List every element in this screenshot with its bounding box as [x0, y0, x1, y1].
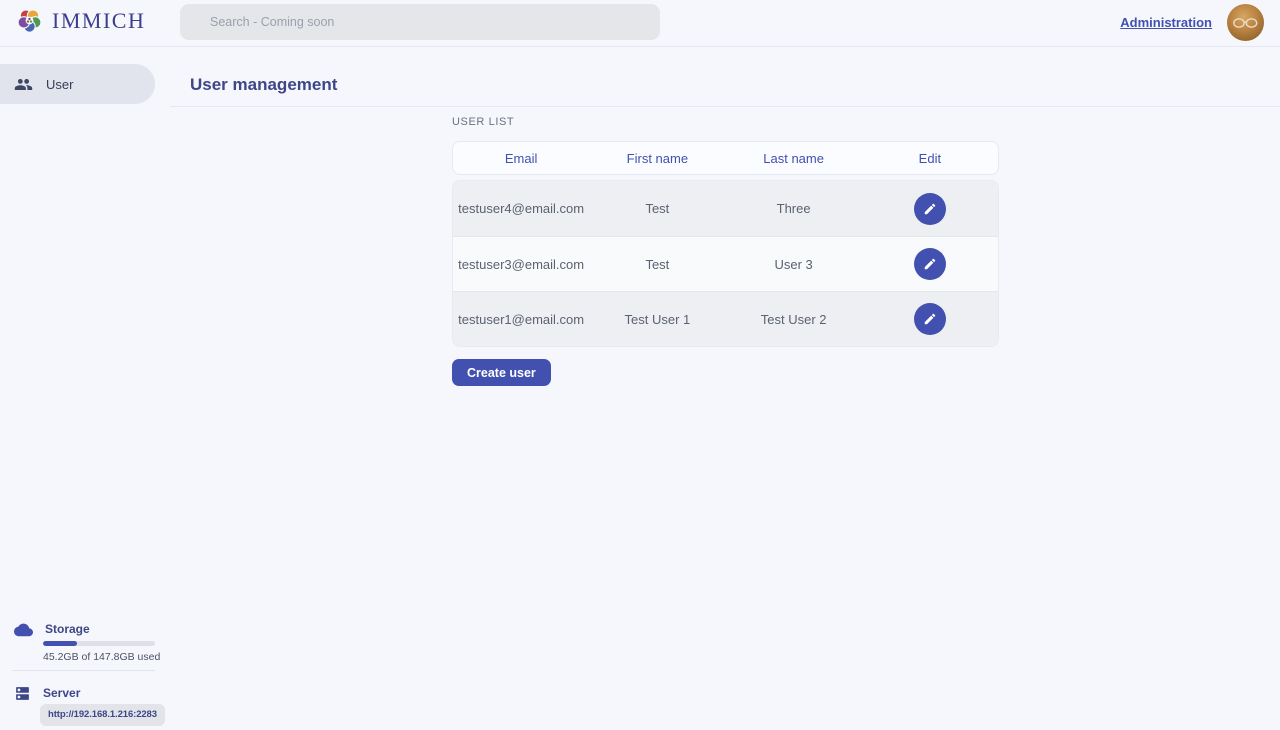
edit-user-button[interactable]: [914, 193, 946, 225]
sidebar: User Storage 45.2GB of 147.8GB used S: [0, 47, 170, 730]
table-row: testuser3@email.com Test User 3: [453, 236, 998, 291]
users-icon: [14, 75, 33, 94]
column-header-last-name: Last name: [726, 151, 862, 166]
app-header: IMMICH Administration: [0, 0, 1280, 47]
cell-first-name: Test: [589, 257, 725, 272]
cloud-icon: [14, 622, 33, 637]
server-rack-icon: [14, 685, 31, 702]
table-header-row: Email First name Last name Edit: [452, 141, 999, 175]
storage-section: Storage 45.2GB of 147.8GB used: [0, 621, 170, 663]
storage-usage-text: 45.2GB of 147.8GB used: [43, 651, 170, 663]
cell-first-name: Test: [589, 201, 725, 216]
pencil-icon: [923, 202, 937, 216]
cell-first-name: Test User 1: [589, 312, 725, 327]
brand-name: IMMICH: [52, 8, 145, 34]
sidebar-divider: [12, 670, 155, 671]
storage-progress-bar: [43, 641, 155, 646]
immich-logo-icon: [16, 7, 43, 34]
user-table: testuser4@email.com Test Three testuser3…: [452, 180, 999, 347]
column-header-email: Email: [453, 151, 589, 166]
administration-link[interactable]: Administration: [1120, 15, 1212, 30]
column-header-edit: Edit: [862, 151, 998, 166]
sidebar-item-user[interactable]: User: [0, 64, 155, 104]
brand: IMMICH: [16, 7, 145, 34]
cell-email: testuser4@email.com: [453, 201, 589, 216]
page-title: User management: [190, 75, 337, 95]
user-list-section: USER LIST Email First name Last name Edi…: [452, 116, 999, 386]
table-row: testuser4@email.com Test Three: [453, 181, 998, 236]
storage-title: Storage: [45, 622, 90, 636]
user-list-label: USER LIST: [452, 116, 999, 128]
cell-last-name: User 3: [726, 257, 862, 272]
create-user-button[interactable]: Create user: [452, 359, 551, 386]
search-bar[interactable]: [180, 4, 660, 40]
pencil-icon: [923, 257, 937, 271]
edit-user-button[interactable]: [914, 303, 946, 335]
cell-last-name: Test User 2: [726, 312, 862, 327]
server-title: Server: [43, 686, 80, 700]
server-section: Server http://192.168.1.216:2283 Status …: [0, 685, 170, 730]
storage-progress-fill: [43, 641, 77, 646]
cell-email: testuser3@email.com: [453, 257, 589, 272]
cell-last-name: Three: [726, 201, 862, 216]
table-row: testuser1@email.com Test User 1 Test Use…: [453, 291, 998, 346]
sidebar-status-panel: Storage 45.2GB of 147.8GB used Server ht…: [0, 621, 170, 730]
cell-email: testuser1@email.com: [453, 312, 589, 327]
column-header-first-name: First name: [589, 151, 725, 166]
sidebar-item-user-label: User: [46, 77, 73, 92]
title-divider: [170, 106, 1280, 107]
search-input[interactable]: [180, 4, 660, 40]
glasses-icon: [1232, 17, 1259, 29]
edit-user-button[interactable]: [914, 248, 946, 280]
user-avatar[interactable]: [1227, 4, 1264, 41]
server-url-chip: http://192.168.1.216:2283: [40, 704, 165, 726]
pencil-icon: [923, 312, 937, 326]
